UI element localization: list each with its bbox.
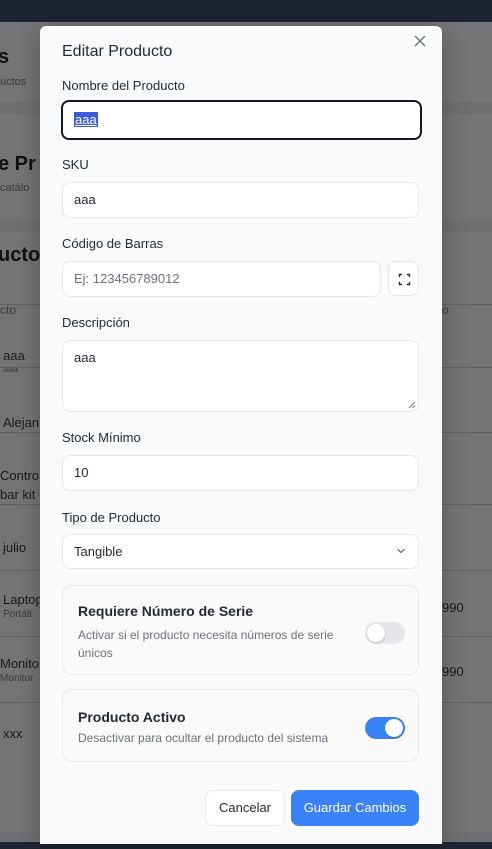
sku-label: SKU (62, 157, 89, 172)
bg-text: Contro (0, 468, 40, 483)
bg-text: o (442, 303, 449, 317)
scan-barcode-button[interactable] (388, 261, 419, 296)
description-value: aaa (74, 350, 96, 365)
close-icon[interactable] (412, 35, 428, 51)
bg-text: Alejan (3, 415, 40, 430)
product-name-value: aaa (74, 112, 98, 127)
product-name-label: Nombre del Producto (62, 78, 185, 93)
active-product-toggle[interactable] (365, 717, 405, 739)
barcode-placeholder: Ej: 123456789012 (74, 271, 180, 286)
bg-text: bar kit (0, 487, 36, 502)
barcode-label: Código de Barras (62, 236, 164, 251)
active-product-title: Producto Activo (78, 709, 186, 725)
save-changes-button[interactable]: Guardar Cambios (291, 790, 419, 826)
sku-input[interactable]: aaa (62, 182, 419, 218)
bg-text: s (0, 46, 10, 68)
scan-icon (398, 273, 411, 286)
serial-number-toggle[interactable] (365, 622, 405, 644)
bg-text: e Pr (0, 153, 36, 175)
modal-title: Editar Producto (62, 43, 173, 60)
bg-text: Monito (0, 656, 40, 671)
background-topbar (0, 0, 492, 22)
serial-number-card: Requiere Número de Serie Activar si el p… (62, 585, 419, 675)
product-type-value: Tangible (74, 544, 123, 559)
bg-text: Laptop (3, 592, 43, 607)
serial-number-title: Requiere Número de Serie (78, 603, 254, 619)
description-label: Descripción (62, 315, 130, 330)
toggle-knob (367, 624, 385, 642)
min-stock-label: Stock Mínimo (62, 430, 141, 445)
bg-text: uctos (0, 76, 27, 88)
cancel-button[interactable]: Cancelar (205, 790, 285, 826)
active-product-card: Producto Activo Desactivar para ocultar … (62, 689, 419, 762)
bg-text: cto (0, 303, 17, 317)
bg-text: 990 (442, 600, 464, 615)
sku-value: aaa (74, 192, 96, 207)
resize-handle-icon[interactable] (408, 401, 416, 409)
edit-product-modal: Editar Producto Nombre del Producto aaa … (40, 26, 442, 844)
product-name-input[interactable]: aaa (61, 100, 422, 140)
bg-text: 990 (442, 664, 464, 679)
bg-text: aaa (3, 348, 25, 363)
chevron-down-icon (397, 548, 405, 554)
toggle-knob (385, 719, 403, 737)
product-type-label: Tipo de Producto (62, 510, 161, 525)
serial-number-description: Activar si el producto necesita números … (78, 628, 334, 660)
bg-text: aaa (3, 364, 19, 374)
bg-text: catálo (0, 182, 30, 194)
min-stock-input[interactable]: 10 (62, 455, 419, 491)
bg-text: xxx (3, 726, 23, 741)
active-product-description: Desactivar para ocultar el producto del … (78, 731, 329, 745)
min-stock-value: 10 (74, 465, 89, 480)
bg-text: Portáti (3, 609, 32, 620)
description-textarea[interactable]: aaa (62, 340, 419, 412)
product-type-select[interactable]: Tangible (62, 534, 419, 569)
bg-text: Monitor (0, 673, 34, 684)
bg-text: julio (3, 540, 27, 555)
barcode-input[interactable]: Ej: 123456789012 (62, 261, 381, 297)
